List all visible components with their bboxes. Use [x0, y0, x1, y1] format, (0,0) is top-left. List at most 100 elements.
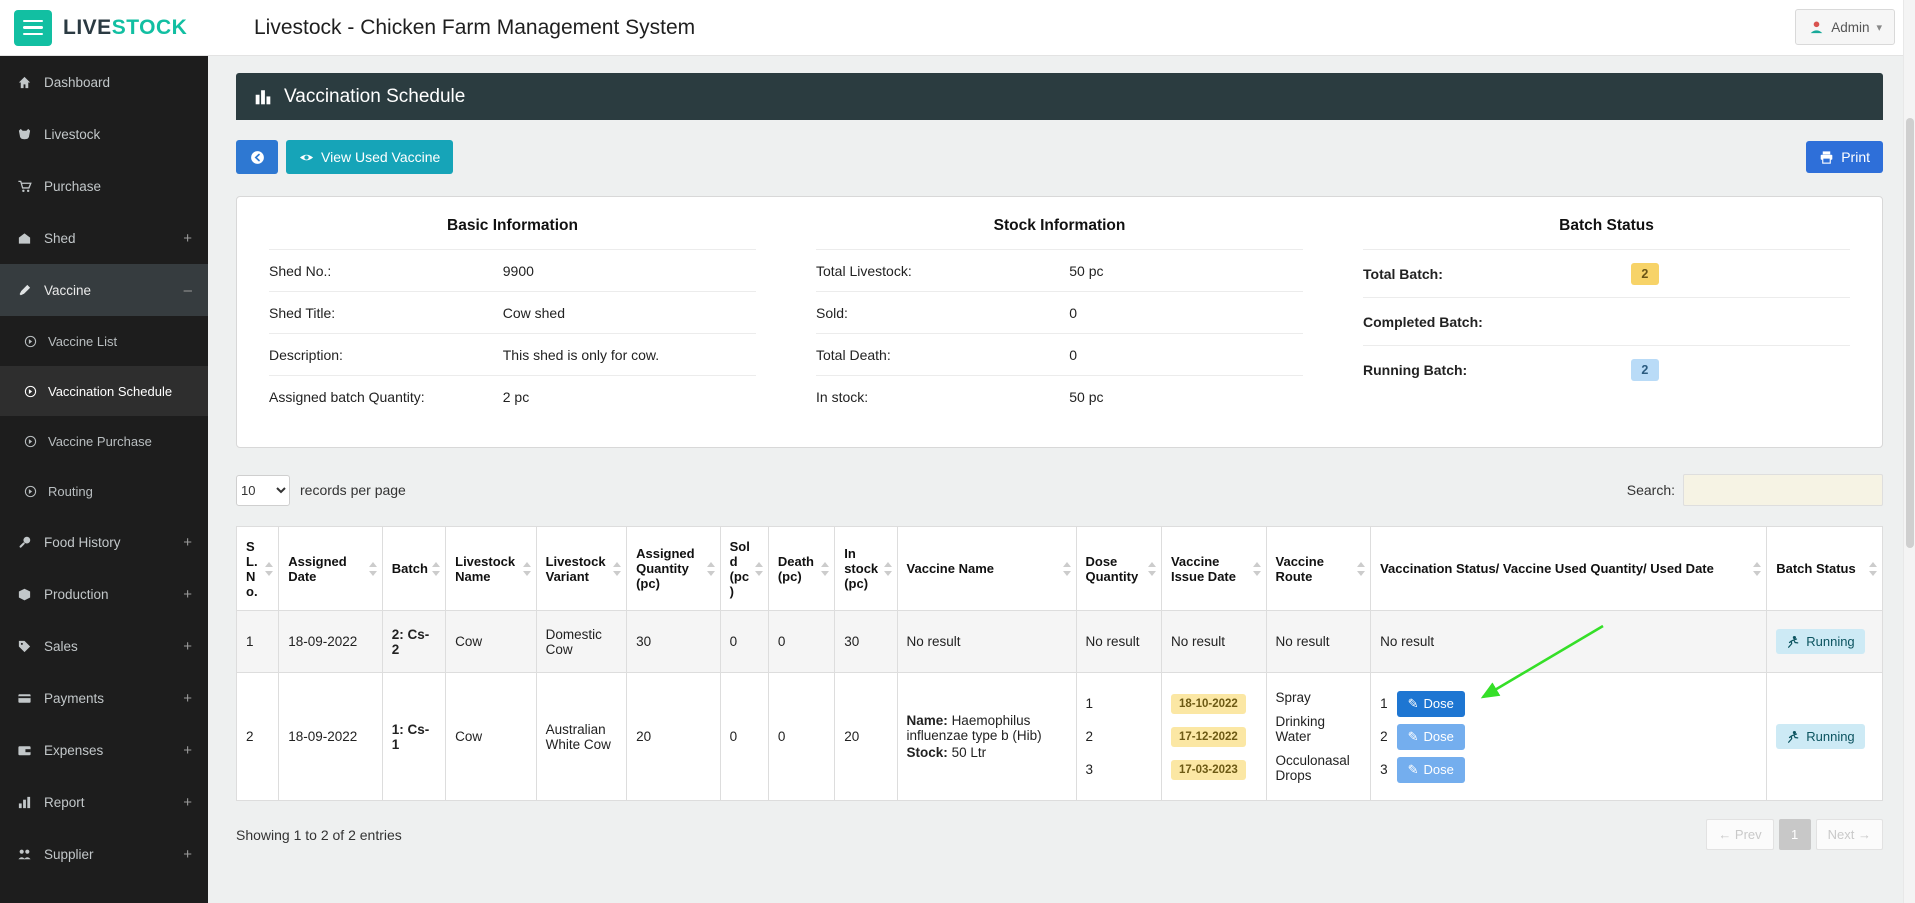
column-header-vaccine-route[interactable]: Vaccine Route	[1265, 526, 1372, 611]
sidebar-item-label: Supplier	[44, 846, 94, 862]
sidebar-item-vaccine-list[interactable]: Vaccine List	[0, 316, 208, 366]
logo-area: LIVESTOCK	[0, 9, 208, 46]
expand-indicator: +	[183, 637, 192, 655]
admin-menu[interactable]: Admin ▾	[1795, 9, 1895, 45]
expand-indicator: +	[183, 533, 192, 551]
sidebar-item-livestock[interactable]: Livestock	[0, 108, 208, 160]
shed-info-card: Basic Information Shed No.: 9900 Shed Tit…	[236, 196, 1883, 448]
info-value: 9900	[502, 262, 534, 279]
sidebar-item-sales[interactable]: Sales +	[0, 620, 208, 672]
cell-death: 0	[767, 672, 836, 801]
credit-card-icon	[16, 691, 32, 706]
scrollbar-thumb[interactable]	[1906, 118, 1914, 548]
info-value: 2 pc	[502, 388, 530, 405]
column-header-sold[interactable]: Sold (pc)	[719, 526, 769, 611]
cell-batch: 1: Cs-1	[381, 672, 447, 801]
sidebar-item-vaccination-schedule[interactable]: Vaccination Schedule	[0, 366, 208, 416]
column-header-batch[interactable]: Batch	[381, 526, 447, 611]
issue-date-badge: 18-10-2022	[1170, 693, 1246, 714]
sort-icon	[432, 561, 441, 576]
sidebar-item-vaccine[interactable]: Vaccine –	[0, 264, 208, 316]
sidebar-item-label: Shed	[44, 230, 76, 246]
column-header-vaccine-issue-date[interactable]: Vaccine Issue Date	[1160, 526, 1267, 611]
sidebar-item-shed[interactable]: Shed +	[0, 212, 208, 264]
print-button[interactable]: Print	[1806, 141, 1883, 173]
current-page-button[interactable]: 1	[1778, 819, 1811, 850]
dose-index: 3	[1380, 762, 1388, 777]
column-header-in-stock[interactable]: In stock (pc)	[834, 526, 898, 611]
sidebar-subitem-label: Routing	[48, 483, 93, 499]
logo-stock-text: STOCK	[111, 15, 188, 39]
sidebar-item-dashboard[interactable]: Dashboard	[0, 56, 208, 108]
sidebar-item-production[interactable]: Production +	[0, 568, 208, 620]
info-label: Total Livestock:	[816, 262, 912, 279]
route-item: Drinking Water	[1275, 714, 1326, 744]
cell-sl-no: 2	[235, 672, 280, 801]
info-row: Assigned batch Quantity: 2 pc	[269, 375, 756, 417]
chevron-down-icon: ▾	[1876, 21, 1882, 34]
sidebar-item-vaccine-purchase[interactable]: Vaccine Purchase	[0, 416, 208, 466]
column-header-sl-no[interactable]: SL. No.	[235, 526, 280, 611]
cell-vaccination-status: 1 ✎ Dose 2 ✎ Dose 3 ✎ Dose	[1370, 672, 1768, 801]
sidebar-item-food-history[interactable]: Food History +	[0, 516, 208, 568]
cell-livestock-variant: Domestic Cow	[535, 610, 628, 673]
column-header-vaccine-name[interactable]: Vaccine Name	[896, 526, 1077, 611]
column-header-death[interactable]: Death (pc)	[767, 526, 836, 611]
wallet-icon	[16, 743, 32, 758]
sidebar-item-label: Vaccine	[44, 282, 92, 298]
column-header-livestock-name[interactable]: Livestock Name	[445, 526, 537, 611]
dose-number: 2	[1085, 729, 1094, 744]
panel-header: Vaccination Schedule	[236, 73, 1883, 120]
batch-status-section: Batch Status Total Batch: 2 Completed Bat…	[1363, 217, 1850, 417]
column-header-batch-status[interactable]: Batch Status	[1766, 526, 1883, 611]
cell-vaccine-name: No result	[896, 610, 1077, 673]
shed-icon	[16, 231, 32, 246]
records-per-page-label: records per page	[300, 482, 406, 498]
info-row: In stock: 50 pc	[816, 375, 1303, 417]
column-header-assigned-quantity[interactable]: Assigned Quantity (pc)	[626, 526, 721, 611]
column-header-dose-quantity[interactable]: Dose Quantity	[1075, 526, 1162, 611]
dose-button-1[interactable]: ✎ Dose	[1396, 690, 1465, 717]
sidebar-item-payments[interactable]: Payments +	[0, 672, 208, 724]
info-label: Shed No.:	[269, 262, 332, 279]
issue-date-badge: 17-12-2022	[1170, 726, 1246, 747]
dose-action-row: 3 ✎ Dose	[1380, 753, 1757, 786]
cell-livestock-name: Cow	[445, 672, 537, 801]
sidebar-item-supplier[interactable]: Supplier +	[0, 828, 208, 880]
dose-action-row: 1 ✎ Dose	[1380, 687, 1757, 720]
column-header-livestock-variant[interactable]: Livestock Variant	[535, 526, 628, 611]
dose-button-3[interactable]: ✎ Dose	[1396, 756, 1465, 783]
expand-indicator: +	[183, 229, 192, 247]
column-label: Vaccination Status/ Vaccine Used Quantit…	[1380, 561, 1714, 576]
cell-batch-status: Running	[1766, 672, 1883, 801]
page-size-select[interactable]: 10	[236, 474, 290, 506]
sidebar-item-purchase[interactable]: Purchase	[0, 160, 208, 212]
sidebar-item-expenses[interactable]: Expenses +	[0, 724, 208, 776]
cell-batch-status: Running	[1766, 610, 1883, 673]
column-label: Batch	[391, 561, 428, 576]
info-row: Shed Title: Cow shed	[269, 291, 756, 333]
info-value: Cow shed	[502, 304, 566, 321]
sidebar-item-report[interactable]: Report +	[0, 776, 208, 828]
arrow-circle-icon	[22, 485, 38, 498]
column-label: Vaccine Name	[906, 561, 994, 576]
pagination: ← Prev 1 Next →	[1706, 819, 1883, 850]
next-page-button[interactable]: Next →	[1815, 819, 1883, 850]
scrollbar[interactable]	[1903, 0, 1915, 903]
hamburger-menu-button[interactable]	[14, 9, 52, 46]
print-label: Print	[1841, 149, 1870, 165]
dose-button-2[interactable]: ✎ Dose	[1396, 723, 1465, 750]
search-input[interactable]	[1683, 474, 1883, 506]
back-button[interactable]	[236, 140, 278, 174]
app-logo[interactable]: LIVESTOCK	[63, 16, 187, 40]
pencil-icon: ✎	[1407, 761, 1419, 777]
main-content: Vaccination Schedule View Used Vaccine P…	[208, 56, 1915, 903]
sidebar-item-routing[interactable]: Routing	[0, 466, 208, 516]
view-used-vaccine-button[interactable]: View Used Vaccine	[286, 140, 454, 174]
chart-icon	[16, 795, 32, 810]
vaccine-stock-label: Stock:	[906, 745, 948, 760]
column-header-vaccination-status[interactable]: Vaccination Status/ Vaccine Used Quantit…	[1370, 526, 1768, 611]
table-footer: Showing 1 to 2 of 2 entries ← Prev 1 Nex…	[236, 819, 1883, 850]
prev-page-button[interactable]: ← Prev	[1706, 819, 1774, 850]
column-header-assigned-date[interactable]: Assigned Date	[278, 526, 383, 611]
